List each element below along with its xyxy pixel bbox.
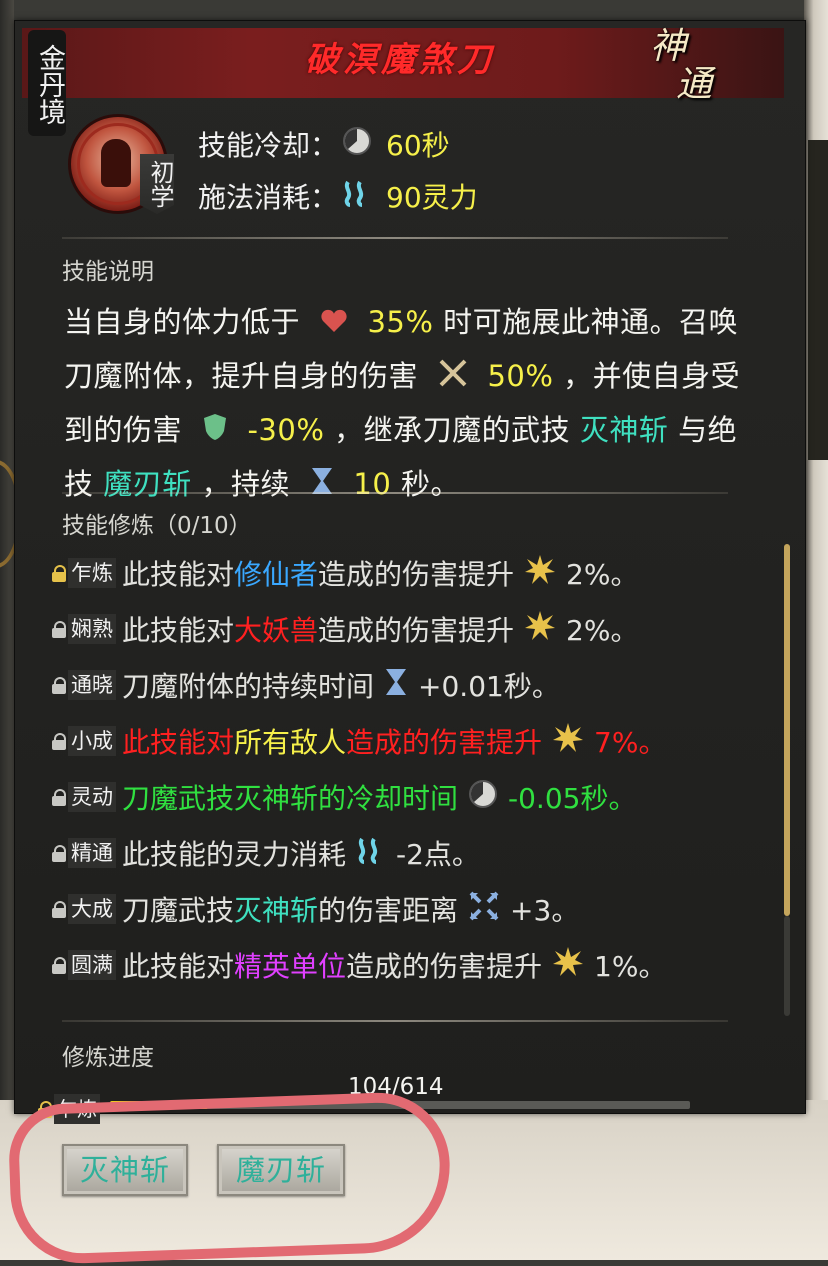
scrollbar-thumb[interactable]: [784, 544, 790, 916]
cost-label: 施法消耗：: [198, 181, 339, 214]
desc-value-3: -30%: [247, 413, 325, 447]
desc-skill-1: 灭神斩: [579, 413, 669, 447]
cult-value: 1%。: [594, 950, 667, 983]
cultivation-label: 技能修炼（0/10）: [62, 513, 252, 539]
cultivation-item: 灵动 刀魔武技灭神斩的冷却时间 -0.05秒。: [52, 777, 636, 817]
cultivation-item: 通晓 刀魔附体的持续时间 +0.01秒。: [52, 665, 560, 705]
tier-badge: 通晓: [68, 670, 116, 700]
divider: [62, 1020, 728, 1022]
cooldown-clock-icon: [468, 779, 498, 816]
annotation-circle: [7, 1090, 453, 1266]
cost-value: 90灵力: [386, 181, 478, 214]
cult-value: -2点。: [396, 838, 480, 871]
desc-skill-2: 魔刃斩: [103, 467, 192, 501]
cult-target: 修仙者: [234, 558, 319, 591]
background-right-dark: [808, 140, 828, 460]
heart-icon: [320, 298, 348, 350]
background-left: [0, 0, 14, 1260]
tier-badge: 圆满: [68, 950, 116, 980]
cult-value: 2%。: [566, 558, 639, 591]
crossed-swords-icon: [438, 352, 468, 404]
lock-icon: [52, 901, 66, 918]
shield-icon: [202, 406, 228, 458]
cultivation-item: 大成 刀魔武技 灭神斩 的伤害距离 +3。: [52, 889, 579, 929]
lock-icon: [52, 789, 66, 806]
cult-target: 大妖兽: [234, 614, 319, 647]
cult-text: 造成的伤害提升: [346, 950, 543, 983]
category-mark-char-2: 通: [676, 64, 713, 105]
cultivation-item: 娴熟 此技能对 大妖兽 造成的伤害提升 2%。: [52, 609, 638, 649]
cultivation-item: 精通 此技能的灵力消耗 -2点。: [52, 833, 480, 873]
cult-text: 此技能对: [122, 614, 235, 647]
skill-description: 当自身的体力低于 35% 时可施展此神通。召唤刀魔附体，提升自身的伤害 50% …: [64, 296, 754, 512]
lock-icon: [52, 621, 66, 638]
burst-star-icon: [524, 610, 556, 649]
cult-text: 造成的伤害提升: [318, 558, 515, 591]
desc-text-7: 秒。: [401, 467, 461, 501]
cult-text: 此技能的灵力消耗: [122, 838, 347, 871]
scrollbar-track[interactable]: [784, 916, 790, 1016]
burst-star-icon: [524, 554, 556, 593]
divider: [62, 237, 728, 239]
desc-text-1: 当自身的体力低于: [64, 305, 301, 339]
lock-icon: [52, 845, 66, 862]
cult-target: 精英单位: [234, 950, 347, 983]
cult-text: 此技能对: [122, 950, 235, 983]
cult-text: 刀魔武技灭神斩的冷却时间: [122, 782, 459, 815]
spirit-energy-icon: [342, 178, 372, 215]
desc-value-2: 50%: [487, 359, 554, 393]
cult-text: 的伤害距离: [318, 894, 459, 927]
cult-value: 2%。: [566, 614, 639, 647]
cooldown-label: 技能冷却：: [198, 129, 339, 162]
lock-icon: [52, 957, 66, 974]
cult-text: 造成的伤害提升: [318, 614, 515, 647]
skill-level-tag: 初学: [140, 154, 174, 214]
cooldown-clock-icon: [342, 126, 372, 163]
cultivation-item: 小成 此技能对 所有敌人 造成的伤害提升 7%。: [52, 721, 666, 761]
desc-value-4: 10: [353, 467, 392, 501]
tier-badge: 小成: [68, 726, 116, 756]
tier-badge: 乍炼: [68, 558, 116, 588]
category-mark-char-1: 神: [650, 26, 687, 67]
realm-tag: 金丹境: [28, 30, 66, 136]
cooldown-row: 技能冷却： 60秒: [198, 124, 450, 164]
cooldown-value: 60秒: [386, 129, 450, 162]
burst-star-icon: [552, 722, 584, 761]
lock-icon: [52, 733, 66, 750]
tier-badge: 娴熟: [68, 614, 116, 644]
cult-text: 此技能对: [122, 558, 235, 591]
lock-icon: [52, 565, 66, 582]
cult-text: 刀魔附体的持续时间: [122, 670, 375, 703]
cultivation-item: 圆满 此技能对 精英单位 造成的伤害提升 1%。: [52, 945, 666, 985]
cost-row: 施法消耗： 90灵力: [198, 176, 478, 216]
hourglass-icon: [384, 667, 408, 704]
burst-star-icon: [552, 946, 584, 985]
tier-badge: 灵动: [68, 782, 116, 812]
range-arrows-icon: [468, 890, 500, 929]
cult-value: 7%。: [594, 726, 667, 759]
cult-text: 刀魔武技: [122, 894, 235, 927]
tier-badge: 大成: [68, 894, 116, 924]
cult-text: 造成的伤害提升: [346, 726, 543, 759]
desc-value-1: 35%: [367, 305, 434, 339]
skill-icon-figure: [101, 139, 131, 187]
spirit-energy-icon: [356, 835, 386, 872]
hourglass-icon: [310, 460, 334, 512]
category-mark: 神 通: [650, 28, 730, 108]
cultivation-item: 乍炼 此技能对 修仙者 造成的伤害提升 2%。: [52, 553, 638, 593]
desc-text-6: ，持续: [201, 467, 290, 501]
description-label: 技能说明: [62, 259, 154, 285]
cult-text: 此技能对: [122, 726, 235, 759]
divider: [62, 492, 728, 494]
lock-icon: [52, 677, 66, 694]
cult-value: +3。: [510, 894, 580, 927]
cult-target: 所有敌人: [234, 726, 347, 759]
desc-text-4: ，继承刀魔的武技: [334, 413, 571, 447]
cult-value: -0.05秒。: [508, 782, 637, 815]
progress-label: 修炼进度: [62, 1045, 154, 1071]
cult-value: +0.01秒。: [418, 670, 560, 703]
tier-badge: 精通: [68, 838, 116, 868]
cult-target: 灭神斩: [234, 894, 319, 927]
